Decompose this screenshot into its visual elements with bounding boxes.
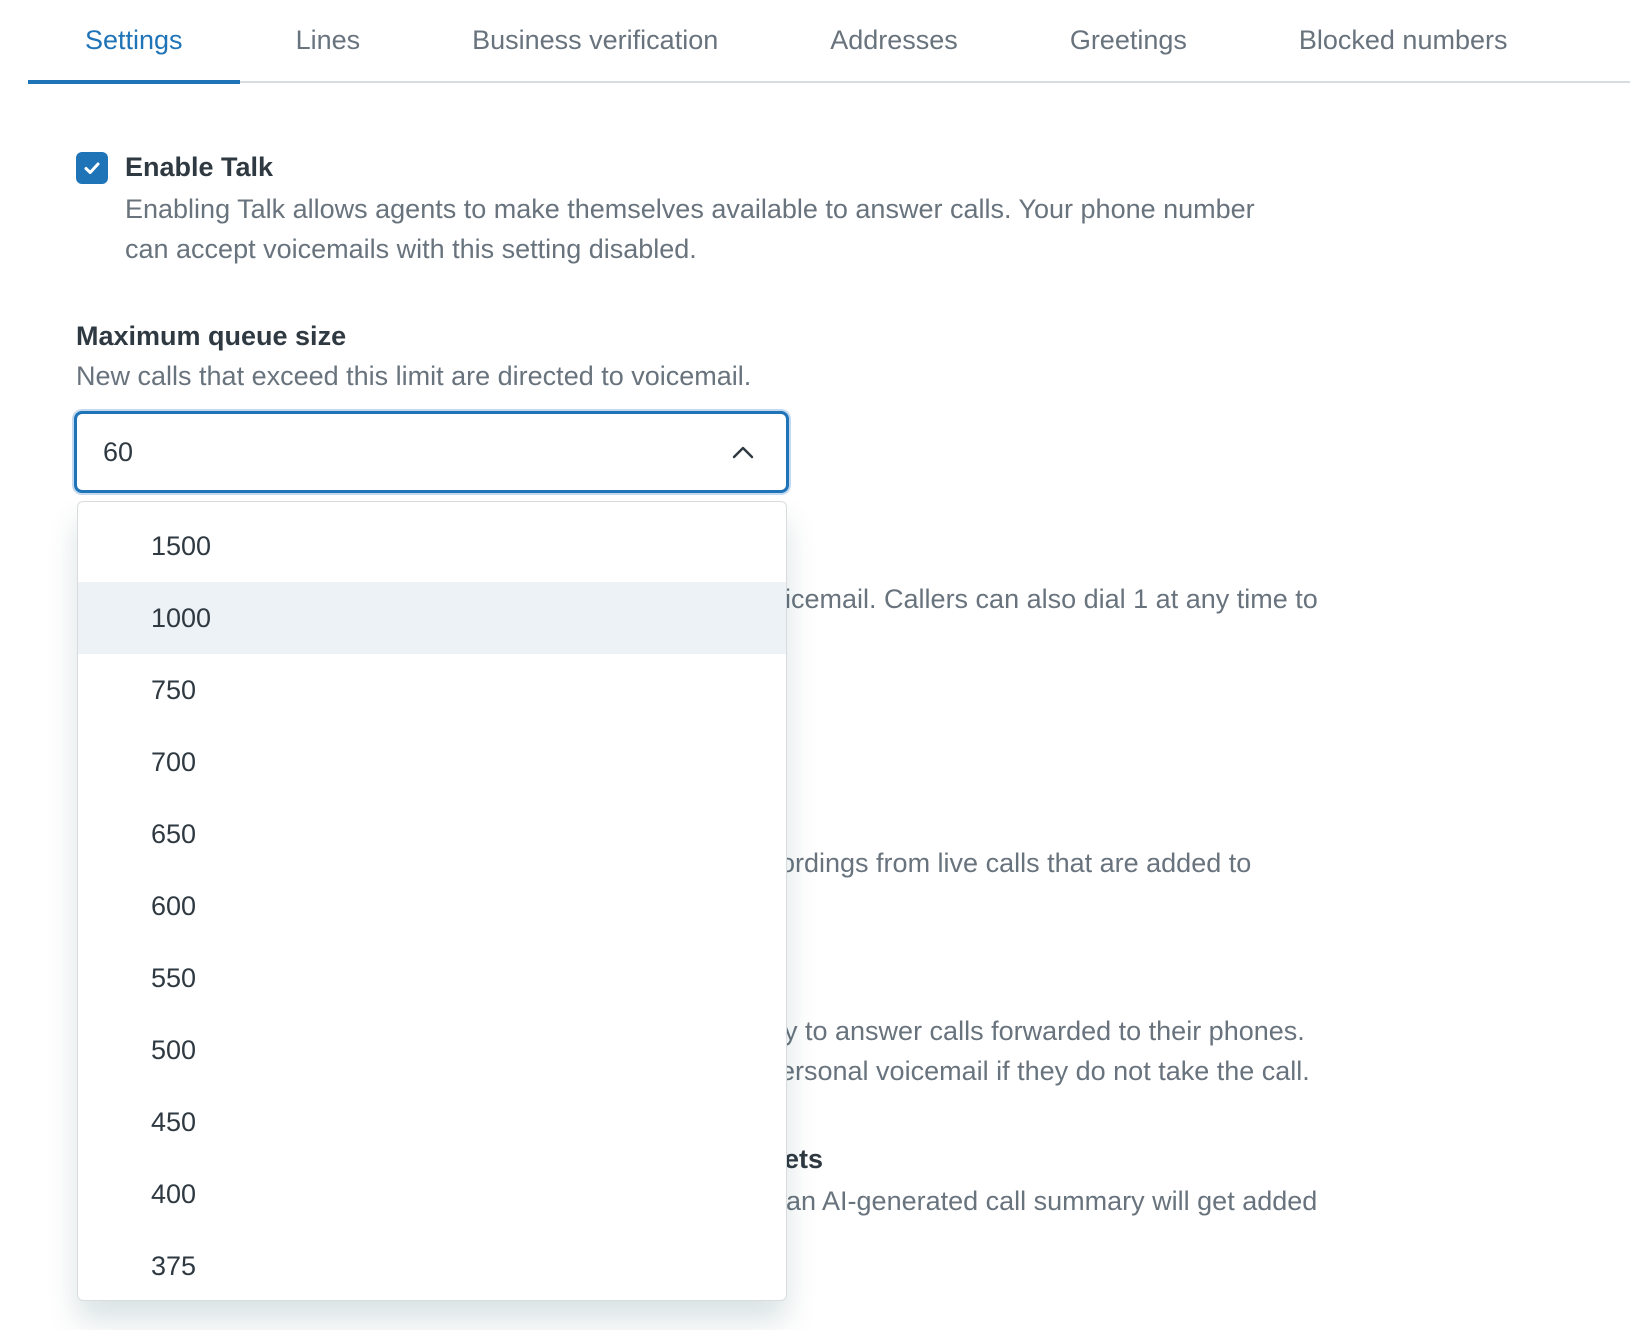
enable-talk-description: Enabling Talk allows agents to make them… (125, 189, 1445, 269)
dropdown-option[interactable]: 650 (78, 798, 786, 870)
tab-settings[interactable]: Settings (28, 0, 240, 84)
dropdown-option[interactable]: 550 (78, 942, 786, 1014)
tab-lines[interactable]: Lines (240, 0, 417, 82)
enable-talk-description-line: Enabling Talk allows agents to make them… (125, 194, 1255, 224)
tab-blocked-numbers[interactable]: Blocked numbers (1243, 0, 1564, 82)
dropdown-option[interactable]: 750 (78, 654, 786, 726)
dropdown-option[interactable]: 500 (78, 1014, 786, 1086)
obscured-setting-text: ordings from live calls that are added t… (780, 848, 1252, 878)
enable-talk-checkbox[interactable] (76, 152, 108, 184)
dropdown-option[interactable]: 375 (78, 1230, 786, 1300)
dropdown-option[interactable]: 700 (78, 726, 786, 798)
dropdown-option[interactable]: 450 (78, 1086, 786, 1158)
queue-size-description: New calls that exceed this limit are dir… (76, 361, 752, 391)
queue-size-title: Maximum queue size (76, 321, 347, 351)
obscured-setting-title: ets (784, 1144, 824, 1174)
dropdown-option[interactable]: 1500 (78, 510, 786, 582)
dropdown-option[interactable]: 1000 (78, 582, 786, 654)
queue-size-select[interactable]: 60 (74, 411, 789, 493)
obscured-setting-text: oicemail. Callers can also dial 1 at any… (770, 584, 1318, 614)
tab-business-verification[interactable]: Business verification (416, 0, 774, 82)
tab-addresses[interactable]: Addresses (774, 0, 1014, 82)
tab-bar: Settings Lines Business verification Add… (28, 0, 1630, 84)
obscured-setting-text: an AI-generated call summary will get ad… (786, 1186, 1318, 1216)
enable-talk-description-line: can accept voicemails with this setting … (125, 234, 697, 264)
queue-size-dropdown[interactable]: 1500 1000 750 700 650 600 550 500 450 40… (77, 501, 787, 1301)
settings-page: Settings Lines Business verification Add… (0, 0, 1630, 1330)
check-icon (84, 162, 100, 174)
enable-talk-title: Enable Talk (125, 152, 274, 182)
queue-size-value: 60 (103, 436, 134, 467)
obscured-setting-text: ersonal voicemail if they do not take th… (780, 1056, 1310, 1086)
obscured-setting-text: y to answer calls forwarded to their pho… (784, 1016, 1305, 1046)
chevron-up-icon (732, 446, 754, 459)
tab-greetings[interactable]: Greetings (1014, 0, 1243, 82)
dropdown-option[interactable]: 400 (78, 1158, 786, 1230)
dropdown-option[interactable]: 600 (78, 870, 786, 942)
